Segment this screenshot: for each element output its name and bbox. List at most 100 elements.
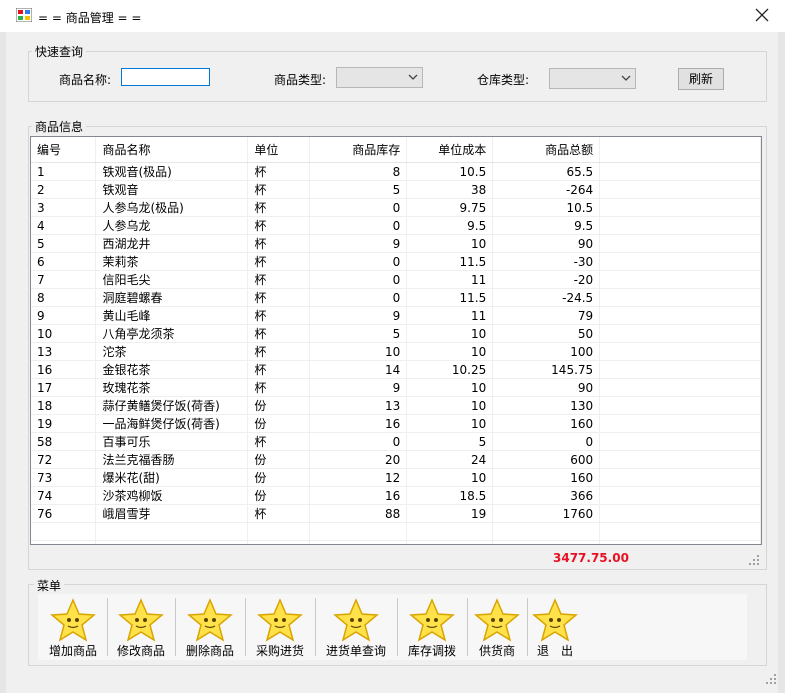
cell-stock: 0 — [309, 432, 408, 451]
col-header-name[interactable]: 商品名称 — [95, 137, 249, 163]
cell-name: 西湖龙井 — [95, 234, 249, 253]
cell-filler — [599, 486, 761, 505]
cell-total: -20 — [492, 270, 601, 289]
cell-filler — [599, 252, 761, 271]
table-row[interactable]: 58 百事可乐杯 0 5 0 — [31, 432, 761, 451]
table-row[interactable]: 9 黄山毛峰杯 9 11 79 — [31, 306, 761, 325]
cell-name: 黄山毛峰 — [95, 306, 249, 325]
menu-button-5[interactable]: 进货单查询 — [316, 594, 396, 660]
warehouse-type-label: 仓库类型: — [477, 73, 530, 87]
table-row[interactable]: 17 玫瑰花茶杯 9 10 90 — [31, 378, 761, 397]
table-row[interactable]: 5 西湖龙井杯 9 10 90 — [31, 234, 761, 253]
table-row[interactable]: 10 八角亭龙须茶杯 5 10 50 — [31, 324, 761, 343]
cell-total: 79 — [492, 306, 601, 325]
table-row[interactable]: 72 法兰克福香肠份 20 24 600 — [31, 450, 761, 469]
cell-unit: 杯 — [247, 288, 311, 307]
cell-unit: 杯 — [247, 324, 311, 343]
cell-id: 16 — [31, 360, 97, 379]
cell-total: 130 — [492, 396, 601, 415]
table-row[interactable]: 2 铁观音杯 5 38 -264 — [31, 180, 761, 199]
cell-total: -30 — [492, 252, 601, 271]
cell-unit-cost: 11 — [406, 270, 494, 289]
table-row[interactable]: 7 信阳毛尖杯 0 11 -20 — [31, 270, 761, 289]
cell-name: 爆米花(甜) — [95, 468, 249, 487]
cell-id: 9 — [31, 306, 97, 325]
refresh-button[interactable]: 刷新 — [678, 68, 724, 90]
window-resize-grip-icon[interactable] — [765, 673, 777, 685]
cell-unit-cost: 38 — [406, 180, 494, 199]
product-type-select[interactable] — [336, 67, 423, 88]
col-header-total[interactable]: 商品总额 — [492, 137, 601, 163]
empty-row — [31, 522, 761, 541]
table-row[interactable]: 16 金银花茶杯 14 10.25 145.75 — [31, 360, 761, 379]
empty-cell — [247, 540, 311, 544]
table-row[interactable]: 76 峨眉雪芽杯 88 19 1760 — [31, 504, 761, 523]
cell-filler — [599, 468, 761, 487]
col-header-id[interactable]: 编号 — [31, 137, 97, 163]
table-header-row: 编号 商品名称 单位 商品库存 单位成本 商品总额 — [31, 137, 761, 163]
table-row[interactable]: 19 一品海鲜煲仔饭(荷香) 份 16 10 160 — [31, 414, 761, 433]
cell-unit-cost: 10 — [406, 414, 494, 433]
cell-unit: 杯 — [247, 180, 311, 199]
menu-button-4[interactable]: 采购进货 — [246, 594, 314, 660]
cell-total: -264 — [492, 180, 601, 199]
cell-filler — [599, 306, 761, 325]
table-row[interactable]: 3 人参乌龙(极品) 杯 0 9.75 10.5 — [31, 198, 761, 217]
empty-cell — [406, 540, 494, 544]
menu-button-label: 供货商 — [478, 644, 515, 658]
grand-total: 3477.75.00 — [553, 551, 629, 565]
table-row[interactable]: 6 茉莉茶杯 0 11.5 -30 — [31, 252, 761, 271]
table-row[interactable]: 74 沙茶鸡柳饭份 16 18.5 366 — [31, 486, 761, 505]
menu-legend: 菜单 — [34, 577, 65, 594]
cell-id: 19 — [31, 414, 97, 433]
product-grid[interactable]: 编号 商品名称 单位 商品库存 单位成本 商品总额 1 铁观音(极品) 杯 8 10.5… — [30, 136, 762, 545]
cell-filler — [599, 360, 761, 379]
cell-filler — [599, 198, 761, 217]
menu-button-1[interactable]: 增加商品 — [40, 594, 106, 660]
cell-unit: 份 — [247, 450, 311, 469]
cell-filler — [599, 270, 761, 289]
cell-id: 72 — [31, 450, 97, 469]
product-type-label: 商品类型: — [274, 73, 327, 87]
cell-stock: 9 — [309, 378, 408, 397]
table-row[interactable]: 18 蒜仔黄鳝煲仔饭(荷香) 份 13 10 130 — [31, 396, 761, 415]
cell-name: 信阳毛尖 — [95, 270, 249, 289]
cell-name: 金银花茶 — [95, 360, 249, 379]
empty-cell — [492, 540, 601, 544]
menu-button-8[interactable]: 退 出 — [528, 594, 582, 660]
cell-unit: 杯 — [247, 198, 311, 217]
cell-id: 7 — [31, 270, 97, 289]
cell-unit: 份 — [247, 396, 311, 415]
cell-stock: 0 — [309, 198, 408, 217]
menu-button-3[interactable]: 删除商品 — [176, 594, 244, 660]
cell-stock: 12 — [309, 468, 408, 487]
table-row[interactable]: 4 人参乌龙杯 0 9.5 9.5 — [31, 216, 761, 235]
cell-total: 366 — [492, 486, 601, 505]
cell-unit-cost: 10.5 — [406, 162, 494, 181]
table-row[interactable]: 13 沱茶杯 10 10 100 — [31, 342, 761, 361]
menu-button-2[interactable]: 修改商品 — [108, 594, 174, 660]
product-name-input[interactable] — [121, 68, 210, 86]
warehouse-type-select[interactable] — [549, 68, 636, 89]
col-header-unit[interactable]: 单位 — [247, 137, 311, 163]
table-row[interactable]: 8 洞庭碧螺春杯 0 11.5 -24.5 — [31, 288, 761, 307]
resize-grip-icon[interactable] — [748, 554, 760, 566]
star-face-icon — [187, 598, 233, 642]
empty-cell — [31, 540, 97, 544]
cell-filler — [599, 180, 761, 199]
cell-id: 18 — [31, 396, 97, 415]
cell-unit: 杯 — [247, 162, 311, 181]
col-header-unit-cost[interactable]: 单位成本 — [406, 137, 494, 163]
cell-total: 0 — [492, 432, 601, 451]
menu-button-6[interactable]: 库存调拨 — [398, 594, 466, 660]
cell-unit-cost: 9.75 — [406, 198, 494, 217]
cell-total: 160 — [492, 468, 601, 487]
cell-name: 八角亭龙须茶 — [95, 324, 249, 343]
col-header-stock[interactable]: 商品库存 — [309, 137, 408, 163]
close-button[interactable] — [750, 4, 774, 26]
table-row[interactable]: 1 铁观音(极品) 杯 8 10.5 65.5 — [31, 162, 761, 181]
cell-unit: 杯 — [247, 306, 311, 325]
table-row[interactable]: 73 爆米花(甜) 份 12 10 160 — [31, 468, 761, 487]
menu-button-7[interactable]: 供货商 — [468, 594, 526, 660]
cell-total: 50 — [492, 324, 601, 343]
